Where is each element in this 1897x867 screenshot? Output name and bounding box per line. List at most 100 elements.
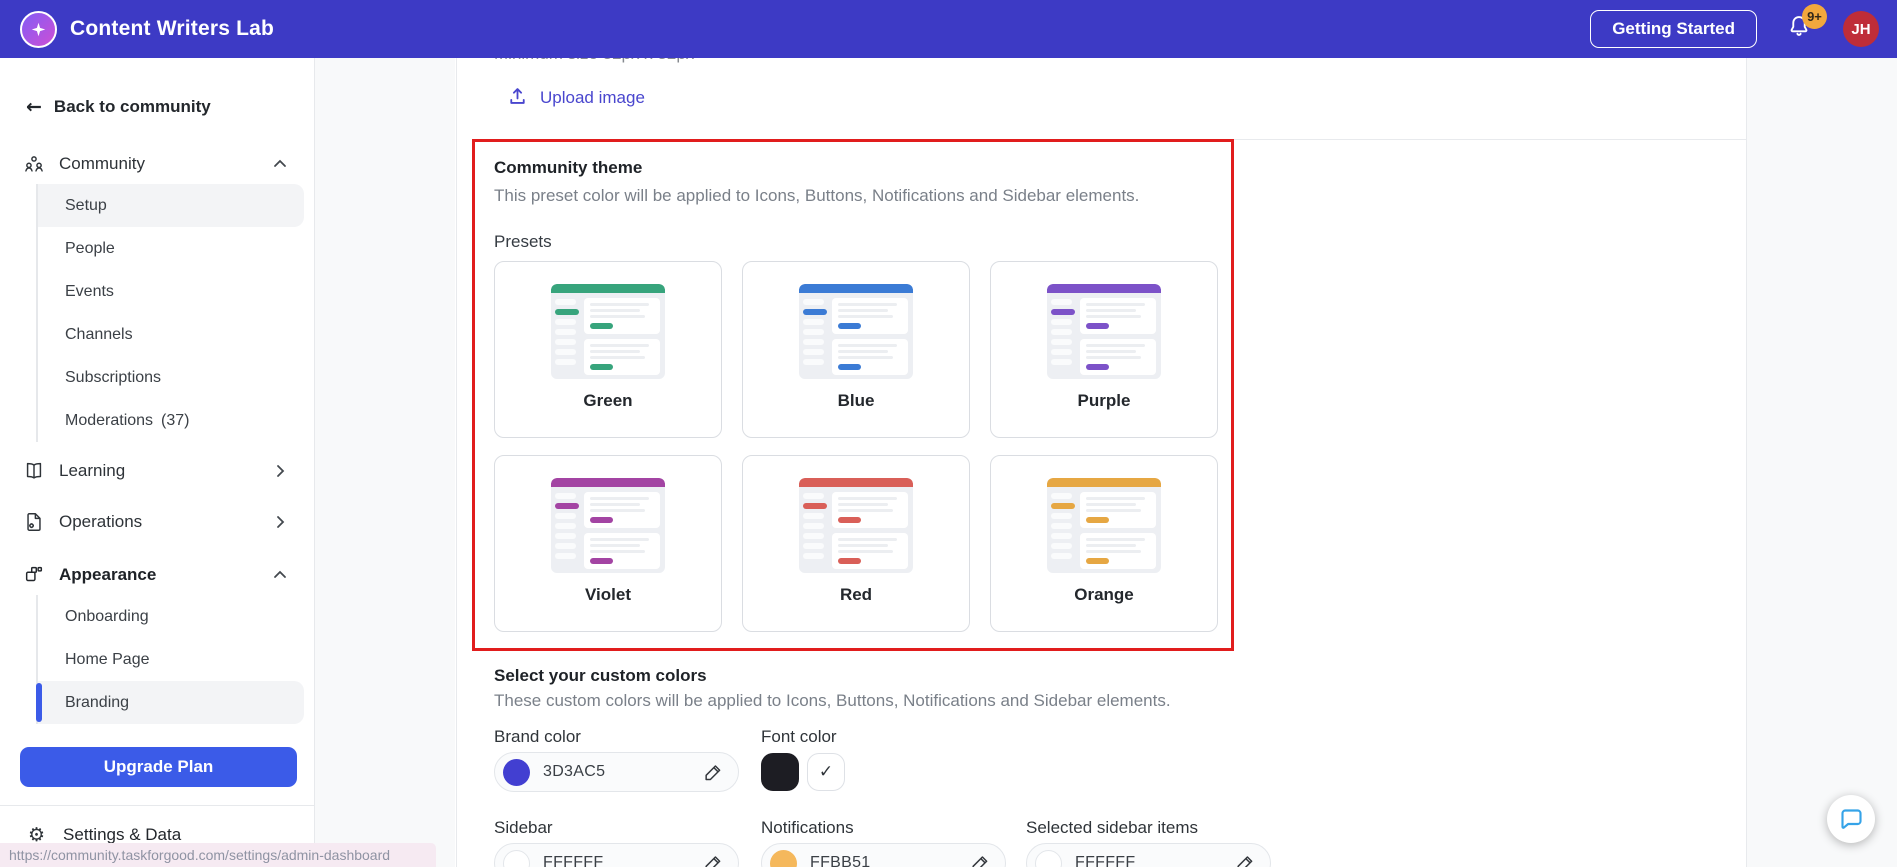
edit-pencil-icon[interactable] [703, 762, 724, 783]
chat-bubble-icon [1838, 806, 1865, 833]
panel-right-border [1746, 58, 1747, 867]
selected-sidebar-items-color-value: FFFFFF [1075, 854, 1136, 867]
upload-image-link[interactable]: Upload image [506, 86, 645, 109]
panel-left-border [456, 58, 457, 867]
community-logo [20, 10, 57, 48]
notifications-button[interactable]: 9+ [1785, 4, 1827, 46]
sidebar-item-label: Setup [65, 196, 107, 214]
sidebar-item-setup[interactable]: Setup [38, 184, 304, 227]
preset-card-green[interactable]: Green [494, 261, 722, 438]
upload-image-label: Upload image [540, 87, 645, 107]
sidebar-item-subscriptions[interactable]: Subscriptions [38, 356, 314, 399]
sidebar-color-label: Sidebar [494, 818, 553, 837]
sidebar-group-community[interactable]: Community [0, 144, 314, 184]
sidebar-group-appearance[interactable]: Appearance [0, 555, 314, 595]
sidebar-item-label: People [65, 239, 115, 257]
custom-colors-description: These custom colors will be applied to I… [494, 691, 1171, 710]
theme-preview-thumbnail [551, 284, 665, 379]
learning-icon [23, 460, 45, 482]
theme-preview-thumbnail [551, 478, 665, 573]
sidebar-item-home-page[interactable]: Home Page [38, 638, 314, 681]
notifications-color-swatch [770, 849, 797, 867]
sidebar-item-label: Moderations [65, 411, 154, 429]
back-to-community-link[interactable]: ← Back to community [26, 96, 314, 118]
selected-sidebar-items-color-field[interactable]: FFFFFF [1026, 843, 1271, 867]
sidebar-group-label: Community [59, 154, 145, 173]
sidebar-color-swatch [503, 849, 530, 867]
edit-pencil-icon[interactable] [970, 853, 991, 867]
community-theme-description: This preset color will be applied to Ico… [494, 186, 1140, 205]
chevron-right-icon [272, 514, 288, 530]
font-color-swatch[interactable] [761, 753, 799, 791]
back-arrow-icon: ← [26, 95, 42, 118]
sidebar-group-learning[interactable]: Learning [0, 451, 314, 491]
theme-preset-grid: Green Blue Purple Violet Red Orange [494, 261, 1218, 632]
sidebar-group-operations[interactable]: Operations [0, 502, 314, 542]
sidebar-item-channels[interactable]: Channels [38, 313, 314, 356]
preset-card-blue[interactable]: Blue [742, 261, 970, 438]
link-status-url: https://community.taskforgood.com/settin… [0, 843, 436, 867]
sidebar-item-onboarding[interactable]: Onboarding [38, 595, 314, 638]
brand-color-value: 3D3AC5 [543, 763, 606, 780]
notifications-color-value: FFBB51 [810, 854, 871, 867]
preset-label: Orange [1074, 585, 1134, 604]
preset-card-orange[interactable]: Orange [990, 455, 1218, 632]
sidebar-item-label: Home Page [65, 650, 150, 668]
preset-card-red[interactable]: Red [742, 455, 970, 632]
sidebar-color-field[interactable]: FFFFFF [494, 843, 739, 867]
sidebar-color-value: FFFFFF [543, 854, 604, 867]
community-submenu: Setup People Events Channels Subscriptio… [36, 184, 314, 442]
right-gutter [1747, 58, 1897, 867]
brand-color-swatch [503, 758, 530, 786]
sidebar: ← Back to community Community Setup Peop… [0, 58, 315, 867]
preset-label: Blue [837, 391, 875, 410]
chevron-up-icon [272, 156, 288, 172]
top-bar: Content Writers Lab Getting Started 9+ J… [0, 0, 1897, 58]
sidebar-item-moderations[interactable]: Moderations (37) [38, 399, 314, 442]
upgrade-plan-button[interactable]: Upgrade Plan [20, 747, 297, 787]
custom-colors-title: Select your custom colors [494, 666, 707, 685]
notification-count-badge: 9+ [1802, 4, 1827, 29]
left-gutter [315, 58, 455, 867]
sidebar-item-branding[interactable]: Branding [36, 681, 304, 724]
sidebar-group-label: Learning [59, 461, 126, 480]
font-color-label: Font color [761, 727, 837, 746]
avatar[interactable]: JH [1843, 11, 1879, 47]
selected-sidebar-items-color-swatch [1035, 849, 1062, 867]
settings-and-data-label: Settings & Data [63, 825, 182, 844]
upload-icon [506, 86, 529, 109]
edit-pencil-icon[interactable] [703, 853, 724, 867]
preset-label: Green [583, 391, 633, 410]
community-title: Content Writers Lab [70, 17, 275, 40]
notifications-color-field[interactable]: FFBB51 [761, 843, 1006, 867]
preset-card-purple[interactable]: Purple [990, 261, 1218, 438]
app-window: Minimum size 32px x 32px Upload image Co… [0, 0, 1897, 867]
chat-launcher-button[interactable] [1827, 795, 1875, 843]
moderations-count-badge: (37) [161, 411, 190, 429]
theme-preview-thumbnail [799, 284, 913, 379]
getting-started-button[interactable]: Getting Started [1590, 10, 1757, 48]
sidebar-item-people[interactable]: People [38, 227, 314, 270]
font-color-confirm-button[interactable]: ✓ [807, 753, 845, 791]
presets-label: Presets [494, 232, 552, 251]
selected-sidebar-items-color-label: Selected sidebar items [1026, 818, 1198, 837]
appearance-icon [23, 564, 45, 586]
operations-icon [23, 511, 45, 533]
community-icon [23, 153, 45, 175]
preset-label: Violet [585, 585, 631, 604]
preset-card-violet[interactable]: Violet [494, 455, 722, 632]
sidebar-item-events[interactable]: Events [38, 270, 314, 313]
sidebar-item-label: Onboarding [65, 607, 149, 625]
sidebar-item-label: Subscriptions [65, 368, 162, 386]
theme-preview-thumbnail [799, 478, 913, 573]
divider [0, 805, 314, 806]
sidebar-group-label: Appearance [59, 565, 157, 584]
theme-preview-thumbnail [1047, 478, 1161, 573]
sparkle-icon [29, 20, 48, 39]
edit-pencil-icon[interactable] [1235, 853, 1256, 867]
brand-color-field[interactable]: 3D3AC5 [494, 752, 739, 792]
sidebar-group-label: Operations [59, 512, 143, 531]
appearance-submenu: Onboarding Home Page Branding [36, 595, 314, 724]
chevron-up-icon [272, 567, 288, 583]
theme-preview-thumbnail [1047, 284, 1161, 379]
